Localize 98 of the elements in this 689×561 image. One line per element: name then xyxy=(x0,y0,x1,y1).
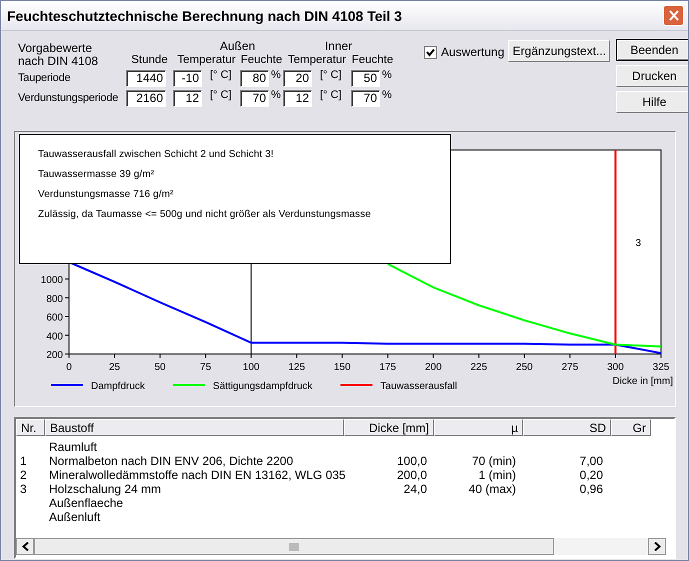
unit-label: % xyxy=(270,88,282,101)
column-header[interactable]: Gr xyxy=(611,419,651,436)
tick-label: 100 xyxy=(242,362,260,373)
input-field[interactable]: 70 xyxy=(240,90,269,106)
tick-label: 125 xyxy=(288,362,306,373)
table-cell-text: Außenflaeche xyxy=(48,496,124,510)
legend-line xyxy=(51,384,83,386)
tick-label: 200 xyxy=(46,350,63,361)
unit-label: % xyxy=(381,68,393,81)
layer-label: 3 xyxy=(635,238,641,249)
table-cell-text: 24,0 xyxy=(402,482,428,496)
chevron-left-icon xyxy=(22,542,28,551)
action-button[interactable]: Drucken xyxy=(616,65,688,87)
input-field[interactable]: -10 xyxy=(173,70,202,86)
column-label: Stunde xyxy=(130,54,169,66)
tick-label: 400 xyxy=(46,331,63,342)
column-label: Feuchte xyxy=(240,54,283,66)
table-cell-text: Normalbeton nach DIN ENV 206, Dichte 2200 xyxy=(48,454,294,468)
table-cell-text: 0,20 xyxy=(578,468,604,482)
group-label: Inner xyxy=(324,38,354,52)
column-header[interactable]: SD xyxy=(523,419,611,436)
tick-label: 300 xyxy=(607,362,624,373)
table-cell-text: Raumluft xyxy=(48,440,98,454)
input-field[interactable]: 70 xyxy=(351,90,380,106)
close-icon xyxy=(666,9,680,22)
legend-line xyxy=(340,384,372,386)
tick-label: 175 xyxy=(379,362,396,373)
result-text: Tauwasserausfall zwischen Schicht 2 und Schicht 3! xyxy=(38,149,275,160)
result-text: Tauwassermasse 39 g/m² xyxy=(38,169,156,180)
column-header[interactable]: Dicke [mm] xyxy=(344,419,434,436)
tick-label: 75 xyxy=(200,362,212,373)
input-field[interactable]: 1440 xyxy=(126,70,166,86)
table-cell-text: 40 (max) xyxy=(468,482,517,496)
tick-label: 250 xyxy=(516,362,533,373)
unit-label: [° C] xyxy=(209,68,233,81)
table-cell-text: Mineralwolledämmstoffe nach DIN EN 13162, WLG 035 xyxy=(48,468,344,482)
table-cell-text: 200,0 xyxy=(396,468,428,482)
column-label: Temperatur xyxy=(286,54,348,66)
tick-label: 325 xyxy=(652,362,670,373)
group-label: Außen xyxy=(218,38,256,52)
checkbox[interactable] xyxy=(424,46,437,58)
scroll-right-button[interactable] xyxy=(648,538,666,555)
table-cell-text: 1 (min) xyxy=(478,468,517,482)
action-button[interactable]: Beenden xyxy=(616,39,688,61)
table-cell-text: Holzschalung 24 mm xyxy=(48,482,162,496)
tick-label: 200 xyxy=(424,362,442,373)
scrollbar[interactable] xyxy=(16,538,666,555)
input-field[interactable]: 50 xyxy=(351,70,380,86)
tick-label: 600 xyxy=(46,312,63,324)
input-field[interactable]: 12 xyxy=(173,90,202,106)
table-cell-text: 0,96 xyxy=(578,482,604,496)
tick-label: 1000 xyxy=(40,275,63,286)
table-cell-text: 3 xyxy=(19,482,28,496)
column-label: Temperatur xyxy=(176,54,237,66)
settings-caption: Vorgabewerte nach DIN 4108 xyxy=(18,40,100,68)
column-header[interactable]: µ xyxy=(434,419,523,436)
legend-label: Sättigungsdampfdruck xyxy=(212,381,312,392)
period-label: Tauperiode xyxy=(18,72,72,84)
input-field[interactable]: 12 xyxy=(283,90,312,106)
action-button[interactable]: Hilfe xyxy=(616,91,688,113)
tick-label: 50 xyxy=(154,362,166,373)
period-label: Verdunstungsperiode xyxy=(18,92,120,104)
tick-label: 225 xyxy=(470,362,488,373)
scroll-left-button[interactable] xyxy=(16,538,34,555)
table-cell-text: 2 xyxy=(19,468,28,482)
legend-label: Dampfdruck xyxy=(91,381,145,392)
input-field[interactable]: 20 xyxy=(283,70,312,86)
supplement-button[interactable]: Ergänzungstext... xyxy=(508,40,610,62)
column-label: Feuchte xyxy=(351,54,394,66)
legend-line xyxy=(172,384,205,386)
axis-label: Dicke in [mm] xyxy=(612,376,673,387)
close-button[interactable] xyxy=(663,5,684,26)
table-cell-text: 70 (min) xyxy=(470,454,517,468)
tick-label: 150 xyxy=(334,362,351,373)
legend-label: Tauwasserausfall xyxy=(380,381,458,392)
result-text: Zulässig, da Taumasse <= 500g und nicht größer als Verdunstungsmasse xyxy=(38,209,372,220)
scrollbar-thumb[interactable] xyxy=(34,538,554,555)
unit-label: [° C] xyxy=(209,88,233,101)
unit-label: [° C] xyxy=(319,88,343,101)
unit-label: [° C] xyxy=(319,68,343,81)
result-text: Verdunstungsmasse 716 g/m² xyxy=(38,189,174,200)
table-cell-text: 100,0 xyxy=(396,454,428,468)
input-field[interactable]: 2160 xyxy=(126,90,166,106)
chevron-right-icon xyxy=(654,542,660,551)
tick-label: 800 xyxy=(46,294,63,305)
table-cell-text: 7,00 xyxy=(578,454,604,468)
table-cell-text: Außenluft xyxy=(48,510,102,524)
column-header[interactable]: Baustoff xyxy=(45,419,344,436)
unit-label: % xyxy=(381,88,393,101)
window-title: Feuchteschutztechnische Berechnung nach DIN 4108 Teil 3 xyxy=(7,8,402,24)
tick-label: 25 xyxy=(108,362,120,373)
unit-label: % xyxy=(270,68,282,81)
column-header[interactable]: Nr. xyxy=(16,419,45,436)
checkbox-label: Auswertung xyxy=(441,45,504,59)
table-cell-text: 1 xyxy=(19,454,28,468)
input-field[interactable]: 80 xyxy=(240,70,269,86)
tick-label: 275 xyxy=(562,362,578,373)
tick-label: 0 xyxy=(66,362,72,373)
